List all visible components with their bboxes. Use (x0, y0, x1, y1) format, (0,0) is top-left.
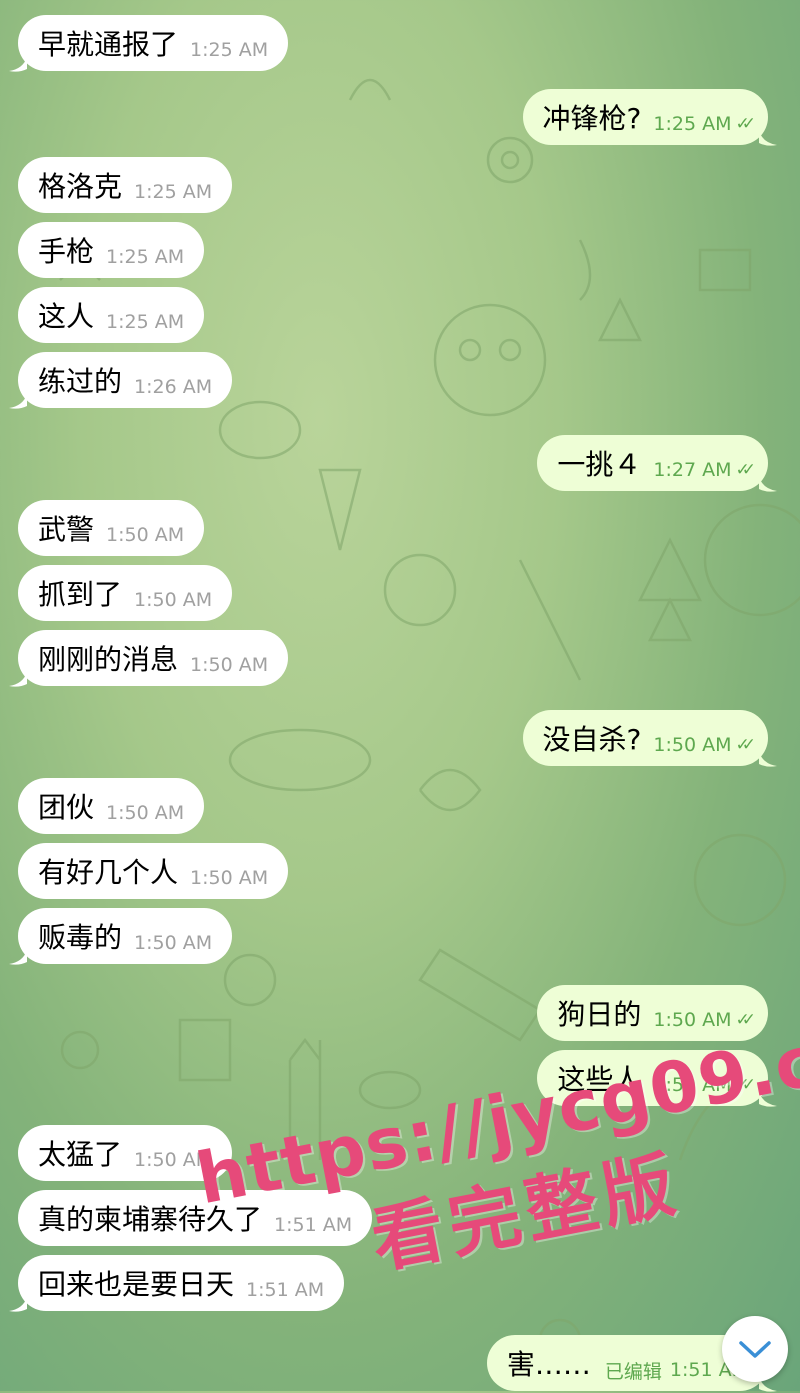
message-text: 太猛了 (38, 1138, 123, 1171)
message-time: 1:25 AM (106, 311, 185, 333)
message-text: 回来也是要日天 (38, 1268, 235, 1301)
message-text: 一挑４ (557, 448, 642, 481)
message-text: 贩毒的 (38, 921, 123, 954)
read-receipt-icon: ✓✓ (735, 460, 756, 480)
message-text: 没自杀? (542, 723, 642, 756)
incoming-message[interactable]: 手枪 1:25 AM (18, 222, 205, 278)
read-receipt-icon: ✓✓ (735, 735, 756, 755)
message-time: 1:25 AM (134, 181, 213, 203)
outgoing-message[interactable]: 没自杀? 1:50 AM ✓✓ (522, 710, 768, 766)
incoming-message[interactable]: 练过的 1:26 AM (18, 352, 233, 408)
bubble-tail-out (759, 752, 777, 767)
message-text: 抓到了 (38, 578, 123, 611)
message-text: 手枪 (38, 235, 95, 268)
chevron-down-icon (739, 1341, 771, 1358)
message-time: 1:25 AM (106, 246, 185, 268)
message-time: 1:27 AM (653, 459, 732, 481)
incoming-message[interactable]: 这人 1:25 AM (18, 287, 205, 343)
message-time: 1:25 AM (190, 39, 269, 61)
message-time: 1:50 AM (106, 524, 185, 546)
bubble-tail-in (9, 394, 27, 409)
message-time: 1:26 AM (134, 376, 213, 398)
bubble-tail-out (759, 131, 777, 146)
message-time: 1:50 AM (190, 867, 269, 889)
incoming-message[interactable]: 格洛克 1:25 AM (18, 157, 233, 213)
bubble-tail-in (9, 1297, 27, 1312)
message-text: 刚刚的消息 (38, 643, 179, 676)
message-text: 武警 (38, 513, 95, 546)
incoming-message[interactable]: 贩毒的 1:50 AM (18, 908, 233, 964)
message-text: 有好几个人 (38, 856, 179, 889)
message-text: 冲锋枪? (542, 102, 642, 135)
message-text: 练过的 (38, 365, 123, 398)
bubble-tail-out (759, 477, 777, 492)
message-time: 1:50 AM (190, 654, 269, 676)
message-text: 这人 (38, 300, 95, 333)
incoming-message[interactable]: 武警 1:50 AM (18, 500, 205, 556)
message-text: 狗日的 (557, 998, 642, 1031)
message-text: 害…… (506, 1348, 591, 1381)
message-time: 1:50 AM (134, 932, 213, 954)
message-time: 1:50 AM (106, 802, 185, 824)
outgoing-message[interactable]: 冲锋枪? 1:25 AM ✓✓ (522, 89, 768, 145)
bubble-tail-in (9, 57, 27, 72)
bubble-tail-in (9, 672, 27, 687)
message-time: 1:50 AM (134, 589, 213, 611)
scroll-to-bottom-button[interactable] (722, 1316, 788, 1382)
message-time: 1:25 AM (653, 113, 732, 135)
message-time: 1:50 AM (653, 734, 732, 756)
incoming-message[interactable]: 刚刚的消息 1:50 AM (18, 630, 289, 686)
edited-label: 已编辑 (604, 1360, 662, 1383)
read-receipt-icon: ✓✓ (735, 1010, 756, 1030)
incoming-message[interactable]: 团伙 1:50 AM (18, 778, 205, 834)
message-text: 团伙 (38, 791, 95, 824)
incoming-message[interactable]: 抓到了 1:50 AM (18, 565, 233, 621)
outgoing-message[interactable]: 一挑４ 1:27 AM ✓✓ (537, 435, 768, 491)
read-receipt-icon: ✓✓ (735, 114, 756, 134)
outgoing-message[interactable]: 狗日的 1:50 AM ✓✓ (537, 985, 768, 1041)
incoming-message[interactable]: 有好几个人 1:50 AM (18, 843, 289, 899)
bubble-tail-in (9, 950, 27, 965)
message-time: 1:50 AM (653, 1009, 732, 1031)
message-text: 早就通报了 (38, 28, 179, 61)
message-text: 格洛克 (38, 170, 123, 203)
incoming-message[interactable]: 早就通报了 1:25 AM (18, 15, 289, 71)
